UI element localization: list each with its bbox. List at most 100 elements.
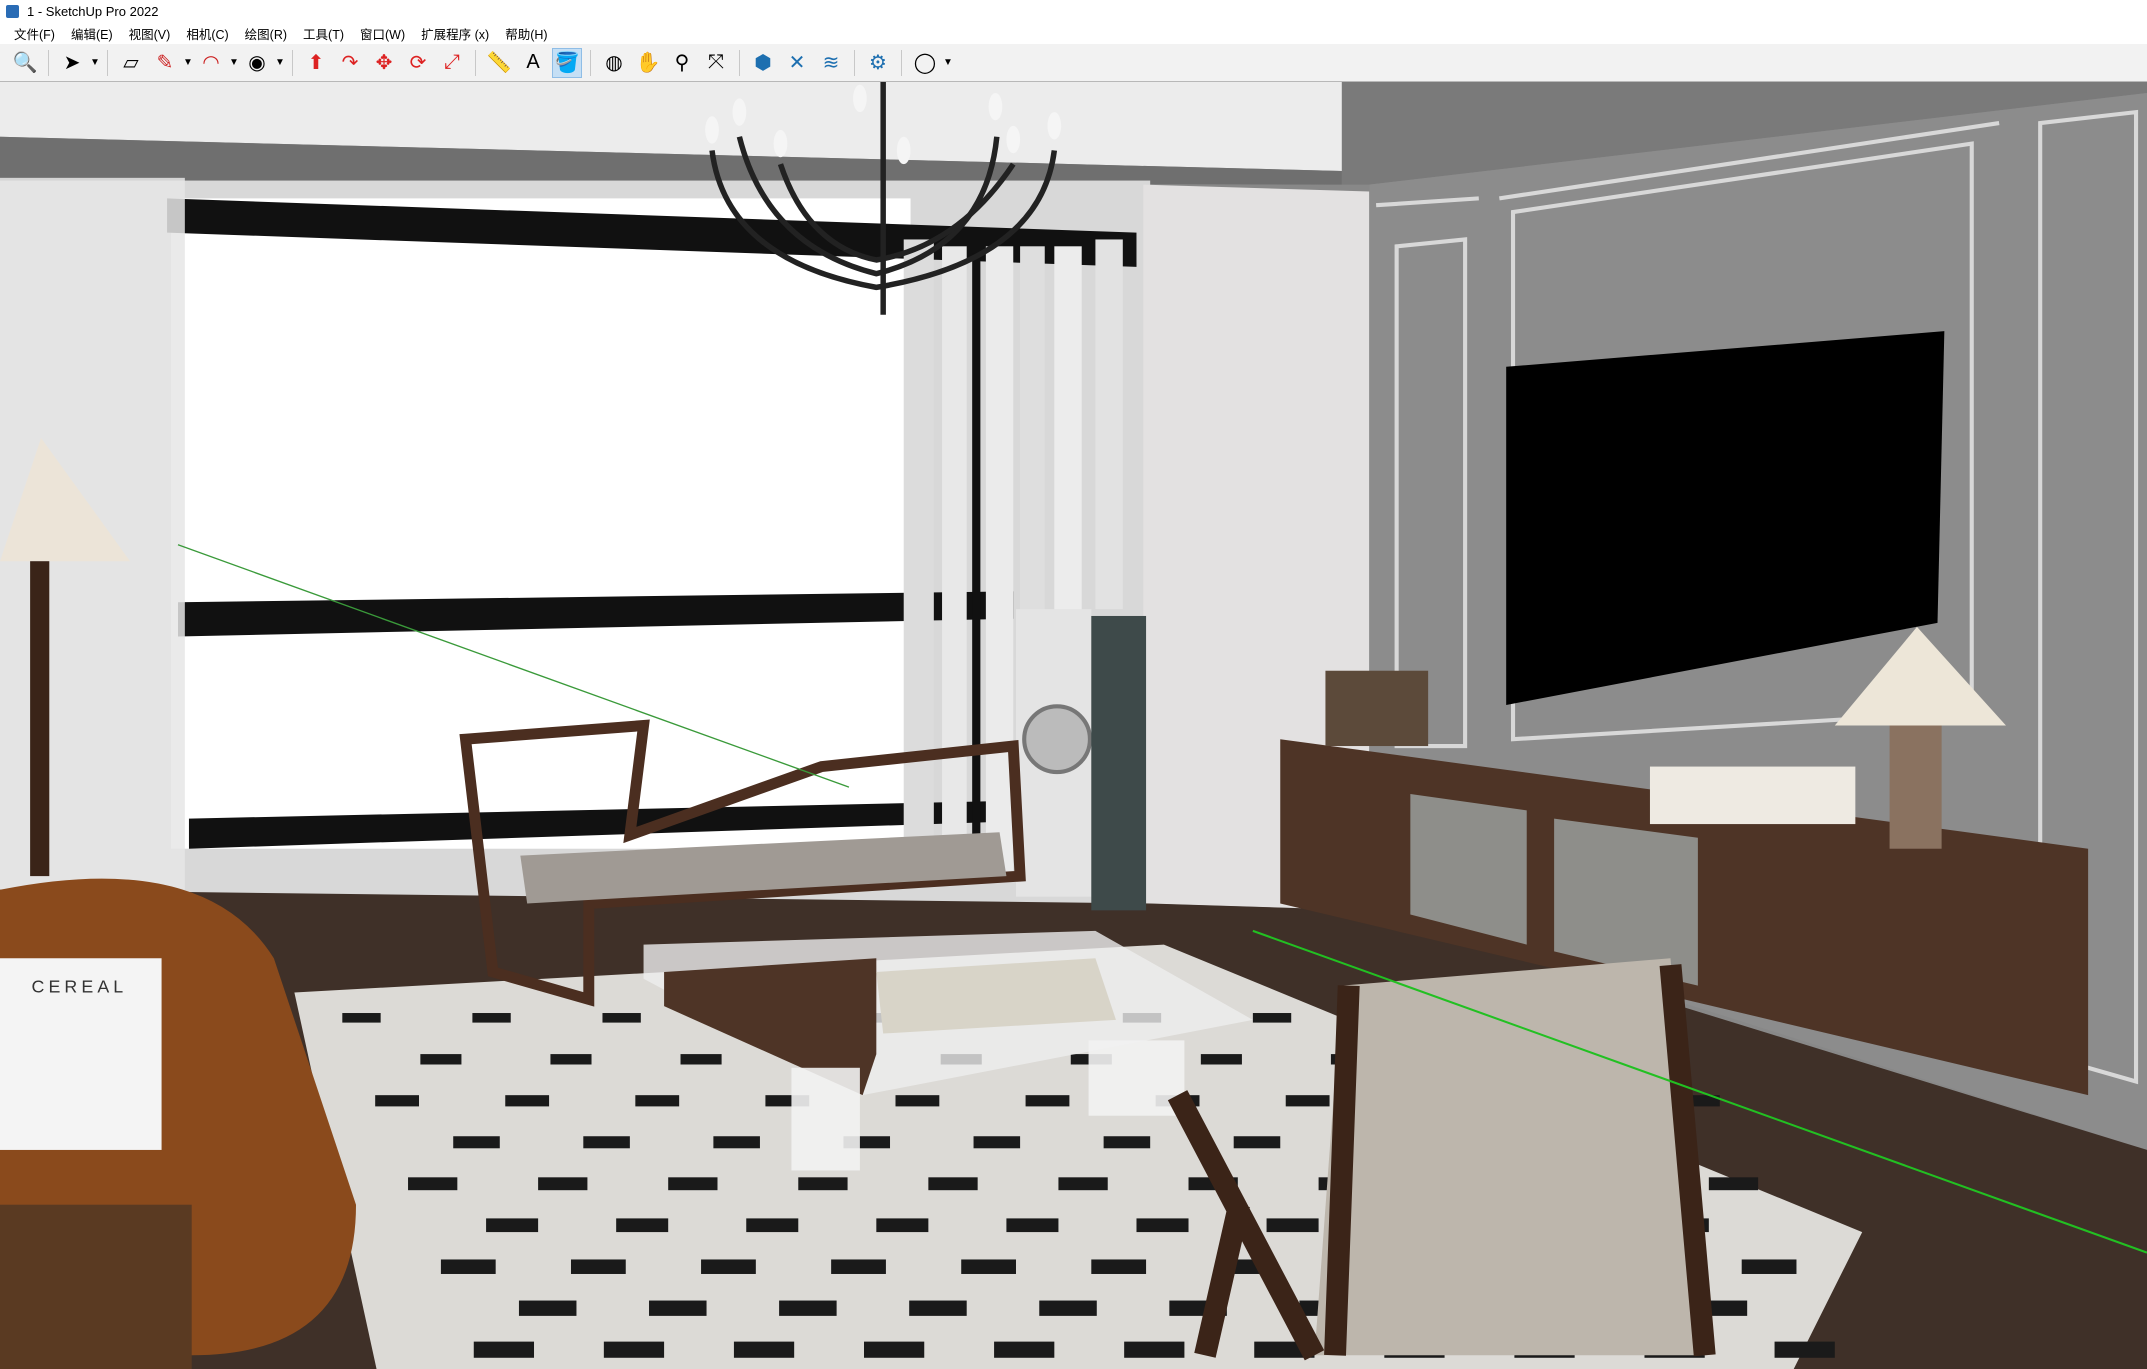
toolbar: 🔍 ➤ ▼ ▱ ✎ ▼ ◠ ▼ ◉ ▼ ⬆ ↷ ✥ ⟳ ⤢ 📏 A 🪣 ◍ ✋ ⚲ ⤧ ⬢ ✕ ≋ ⚙ ◯ ▼ bbox=[0, 44, 2147, 82]
rug-dot bbox=[1136, 1218, 1189, 1233]
armchair-weave[interactable] bbox=[1314, 958, 1705, 1356]
move-tool-icon[interactable]: ✥ bbox=[369, 48, 399, 78]
tape-measure-tool-icon[interactable]: 📏 bbox=[484, 48, 514, 78]
rug-dot bbox=[798, 1177, 848, 1191]
chevron-down-icon[interactable]: ▼ bbox=[274, 57, 286, 68]
push-pull-tool-icon[interactable]: ⬆ bbox=[301, 48, 331, 78]
rug-dot bbox=[1741, 1259, 1797, 1274]
rug-dot bbox=[876, 1218, 929, 1233]
warehouse-tool-icon[interactable]: ⬢ bbox=[748, 48, 778, 78]
rug-dot bbox=[1006, 1218, 1059, 1233]
rug-dot bbox=[713, 1136, 760, 1149]
rug-dot bbox=[733, 1341, 795, 1358]
model-scene[interactable]: CEREAL bbox=[0, 82, 2147, 1369]
rug-dot bbox=[550, 1054, 592, 1065]
rug-dot bbox=[420, 1054, 462, 1065]
window bbox=[171, 198, 911, 849]
menu-item-6[interactable]: 窗口(W) bbox=[352, 24, 413, 43]
menu-item-7[interactable]: 扩展程序 (x) bbox=[413, 24, 497, 43]
rug-dot bbox=[473, 1341, 535, 1358]
rug-dot bbox=[453, 1136, 500, 1149]
rug-dot bbox=[1774, 1341, 1835, 1358]
account-tool-icon[interactable]: ◯ bbox=[910, 48, 940, 78]
rug-dot bbox=[1285, 1095, 1330, 1107]
rug-dot bbox=[973, 1136, 1021, 1149]
sketchup-logo-icon bbox=[6, 4, 19, 18]
cabinet bbox=[1091, 615, 1147, 911]
zoom-tool-icon[interactable]: ⚲ bbox=[667, 48, 697, 78]
line-tool-icon[interactable]: ✎ bbox=[150, 48, 180, 78]
menu-item-2[interactable]: 视图(V) bbox=[121, 24, 179, 43]
rug-dot bbox=[1708, 1177, 1759, 1191]
rug-dot bbox=[961, 1259, 1016, 1274]
menu-item-4[interactable]: 绘图(R) bbox=[237, 24, 295, 43]
menu-item-3[interactable]: 相机(C) bbox=[178, 24, 236, 43]
rug-dot bbox=[1025, 1095, 1070, 1107]
rug-dot bbox=[909, 1300, 967, 1316]
follow-me-tool-icon[interactable]: ↷ bbox=[335, 48, 365, 78]
rug-dot bbox=[635, 1095, 680, 1107]
rug-dot bbox=[831, 1259, 886, 1274]
select-tool-icon[interactable]: ➤ bbox=[57, 48, 87, 78]
rug-dot bbox=[518, 1300, 577, 1316]
sketchup-layout-tool-icon[interactable]: ≋ bbox=[816, 48, 846, 78]
chevron-down-icon[interactable]: ▼ bbox=[942, 57, 954, 68]
rug-dot bbox=[680, 1054, 722, 1065]
rug-dot bbox=[505, 1095, 550, 1107]
rug-dot bbox=[1233, 1136, 1281, 1149]
rug-dot bbox=[408, 1177, 458, 1191]
pan-tool-icon[interactable]: ✋ bbox=[633, 48, 663, 78]
extension-manager-tool-icon[interactable]: ⚙ bbox=[863, 48, 893, 78]
toolbar-separator bbox=[292, 49, 293, 76]
toolbar-separator bbox=[107, 49, 108, 76]
eraser-tool-icon[interactable]: ▱ bbox=[116, 48, 146, 78]
rug-dot bbox=[570, 1259, 626, 1274]
rotate-tool-icon[interactable]: ⟳ bbox=[403, 48, 433, 78]
rug-dot bbox=[1200, 1054, 1242, 1065]
toolbar-separator bbox=[854, 49, 855, 76]
chevron-down-icon[interactable]: ▼ bbox=[89, 57, 101, 68]
rug-dot bbox=[1103, 1136, 1151, 1149]
table-lamp-base bbox=[1889, 725, 1942, 849]
rug-dot bbox=[486, 1218, 539, 1233]
rug-dot bbox=[1091, 1259, 1147, 1274]
rug-dot bbox=[472, 1013, 511, 1023]
rug-dot bbox=[440, 1259, 496, 1274]
chevron-down-icon[interactable]: ▼ bbox=[182, 57, 194, 68]
rug-dot bbox=[538, 1177, 588, 1191]
toolbar-separator bbox=[901, 49, 902, 76]
menu-item-0[interactable]: 文件(F) bbox=[6, 24, 63, 43]
orbit-tool-icon[interactable]: ◍ bbox=[599, 48, 629, 78]
zoom-window-tool-icon[interactable]: 🔍 bbox=[10, 48, 40, 78]
menu-item-1[interactable]: 编辑(E) bbox=[63, 24, 121, 43]
rug-dot bbox=[701, 1259, 756, 1274]
rug-dot bbox=[602, 1013, 641, 1023]
rug-dot bbox=[1252, 1013, 1292, 1023]
scale-tool-icon[interactable]: ⤢ bbox=[437, 48, 467, 78]
floor-lamp-stand bbox=[30, 561, 50, 877]
paint-bucket-tool-icon[interactable]: 🪣 bbox=[552, 47, 582, 78]
3d-viewport[interactable]: CEREAL bbox=[0, 82, 2147, 1369]
rug-dot bbox=[1124, 1341, 1185, 1358]
rug-dot bbox=[583, 1136, 630, 1149]
window-title: 1 - SketchUp Pro 2022 bbox=[27, 3, 159, 19]
circle-tool-icon[interactable]: ◉ bbox=[242, 48, 272, 78]
zoom-extents-tool-icon[interactable]: ⤧ bbox=[701, 48, 731, 78]
rug-dot bbox=[895, 1095, 940, 1107]
rug-dot bbox=[779, 1300, 837, 1316]
toolbar-separator bbox=[475, 49, 476, 76]
menu-item-8[interactable]: 帮助(H) bbox=[497, 24, 555, 43]
books bbox=[1649, 766, 1856, 825]
rug-dot bbox=[375, 1095, 419, 1107]
text-tool-icon[interactable]: A bbox=[518, 48, 548, 78]
chevron-down-icon[interactable]: ▼ bbox=[228, 57, 240, 68]
menu-item-5[interactable]: 工具(T) bbox=[295, 24, 352, 43]
rug-dot bbox=[928, 1177, 978, 1191]
toolbar-separator bbox=[48, 49, 49, 76]
arc-tool-icon[interactable]: ◠ bbox=[196, 48, 226, 78]
rug-dot bbox=[668, 1177, 718, 1191]
rug-dot bbox=[603, 1341, 665, 1358]
rug-dot bbox=[746, 1218, 799, 1233]
extension-warehouse-tool-icon[interactable]: ✕ bbox=[782, 48, 812, 78]
rug-dot bbox=[864, 1341, 925, 1358]
